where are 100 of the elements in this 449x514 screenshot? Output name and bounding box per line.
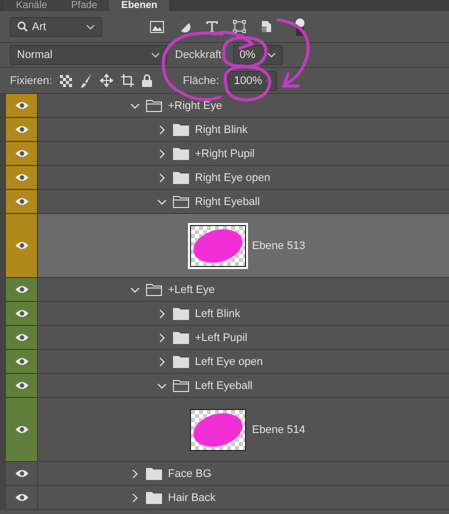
layer-name: Right Eyeball [195,196,260,208]
eye-icon[interactable] [14,125,28,134]
chevron-right-icon[interactable] [157,172,167,182]
move-icon[interactable] [100,74,114,87]
folder-icon [173,148,189,160]
text-tool-icon[interactable] [206,20,218,32]
chevron-down-icon[interactable] [157,380,167,390]
layer-thumbnail [190,408,246,450]
color-label[interactable] [6,302,38,325]
eye-icon[interactable] [14,149,28,158]
layer-name: Left Eye open [195,356,263,368]
color-label[interactable] [6,350,38,373]
chevron-right-icon[interactable] [157,308,167,318]
folder-icon [173,124,189,136]
color-label[interactable] [6,374,38,397]
eye-icon[interactable] [14,173,28,182]
search-icon [17,21,28,32]
dropdown-icon [151,52,160,58]
blend-mode-dropdown[interactable]: Normal [10,45,167,65]
layer-name: Right Blink [195,124,248,136]
dropdown-icon [86,24,95,30]
lock-icon[interactable] [142,74,152,87]
folder-icon [146,492,162,504]
fill-field[interactable]: 100% [227,70,277,90]
folder-icon [146,468,162,480]
eye-icon[interactable] [14,101,28,110]
folder-icon [173,172,189,184]
color-label[interactable] [6,190,38,213]
layer-name: +Right Pupil [195,148,255,160]
color-label[interactable] [6,398,38,461]
layer-row[interactable]: +Right Eye [6,94,449,118]
chevron-right-icon[interactable] [130,492,140,502]
eye-icon[interactable] [14,357,28,366]
image-icon[interactable] [150,20,164,32]
lock-label: Fixieren: [10,74,52,86]
chevron-down-icon[interactable] [157,196,167,206]
chevron-right-icon[interactable] [157,124,167,134]
folder-icon [173,356,189,368]
layer-row[interactable]: Left Blink [6,302,449,326]
chevron-down-icon[interactable] [130,284,140,294]
layer-row[interactable]: Face BG [6,462,449,486]
layer-name: Hair Back [168,492,216,504]
color-label[interactable] [6,278,38,301]
color-label[interactable] [6,118,38,141]
eye-icon[interactable] [14,333,28,342]
document-icon[interactable] [261,20,272,33]
filter-toggle[interactable] [295,18,305,36]
crop-icon[interactable] [121,74,134,87]
folder-icon [173,196,189,208]
eye-icon[interactable] [14,381,28,390]
layer-row[interactable]: Left Eye open [6,350,449,374]
layer-name: +Left Pupil [195,332,248,344]
color-label[interactable] [6,214,38,277]
layer-row[interactable]: +Left Pupil [6,326,449,350]
layer-name: Ebene 514 [252,424,306,436]
layer-name: +Right Eye [168,100,222,112]
layer-name: +Left Eye [168,284,215,296]
panel-tab[interactable]: Ebenen [109,0,170,11]
eye-icon[interactable] [14,241,28,250]
color-label[interactable] [6,142,38,165]
folder-icon [146,100,162,112]
color-label[interactable] [6,94,38,117]
eye-icon[interactable] [14,469,28,478]
eye-icon[interactable] [14,493,28,502]
folder-icon [173,308,189,320]
brush-icon[interactable] [80,74,92,88]
layer-row[interactable]: +Left Eye [6,278,449,302]
layer-name: Left Eyeball [195,380,252,392]
panel-tab[interactable]: Kanäle [4,0,60,11]
panel-tab[interactable]: Pfade [59,0,110,11]
layer-row[interactable]: Ebene 513 [6,214,449,278]
dropdown-icon [266,78,270,84]
eye-icon[interactable] [14,309,28,318]
folder-icon [173,380,189,392]
chevron-right-icon[interactable] [157,356,167,366]
half-circle-icon[interactable] [179,20,191,32]
eye-icon[interactable] [14,425,28,434]
layer-thumbnail [190,224,246,266]
layer-row[interactable]: Hair Back [6,486,449,510]
layer-row[interactable]: +Right Pupil [6,142,449,166]
layer-name: Ebene 513 [252,240,306,252]
color-label[interactable] [6,326,38,349]
eye-icon[interactable] [14,285,28,294]
chevron-right-icon[interactable] [157,332,167,342]
eye-icon[interactable] [14,197,28,206]
layer-name: Face BG [168,468,212,480]
layer-row[interactable]: Right Blink [6,118,449,142]
folder-icon [146,284,162,296]
chevron-right-icon[interactable] [157,148,167,158]
color-label[interactable] [6,166,38,189]
layer-name: Right Eye open [195,172,270,184]
filter-dropdown[interactable]: Art [10,16,102,36]
chevron-down-icon[interactable] [130,100,140,110]
layer-row[interactable]: Ebene 514 [6,398,449,462]
folder-icon [173,332,189,344]
layer-row[interactable]: Right Eye open [6,166,449,190]
chevron-right-icon[interactable] [130,468,140,478]
transform-icon[interactable] [233,20,246,33]
layer-row[interactable]: Left Eyeball [6,374,449,398]
dropdown-icon [266,52,276,58]
